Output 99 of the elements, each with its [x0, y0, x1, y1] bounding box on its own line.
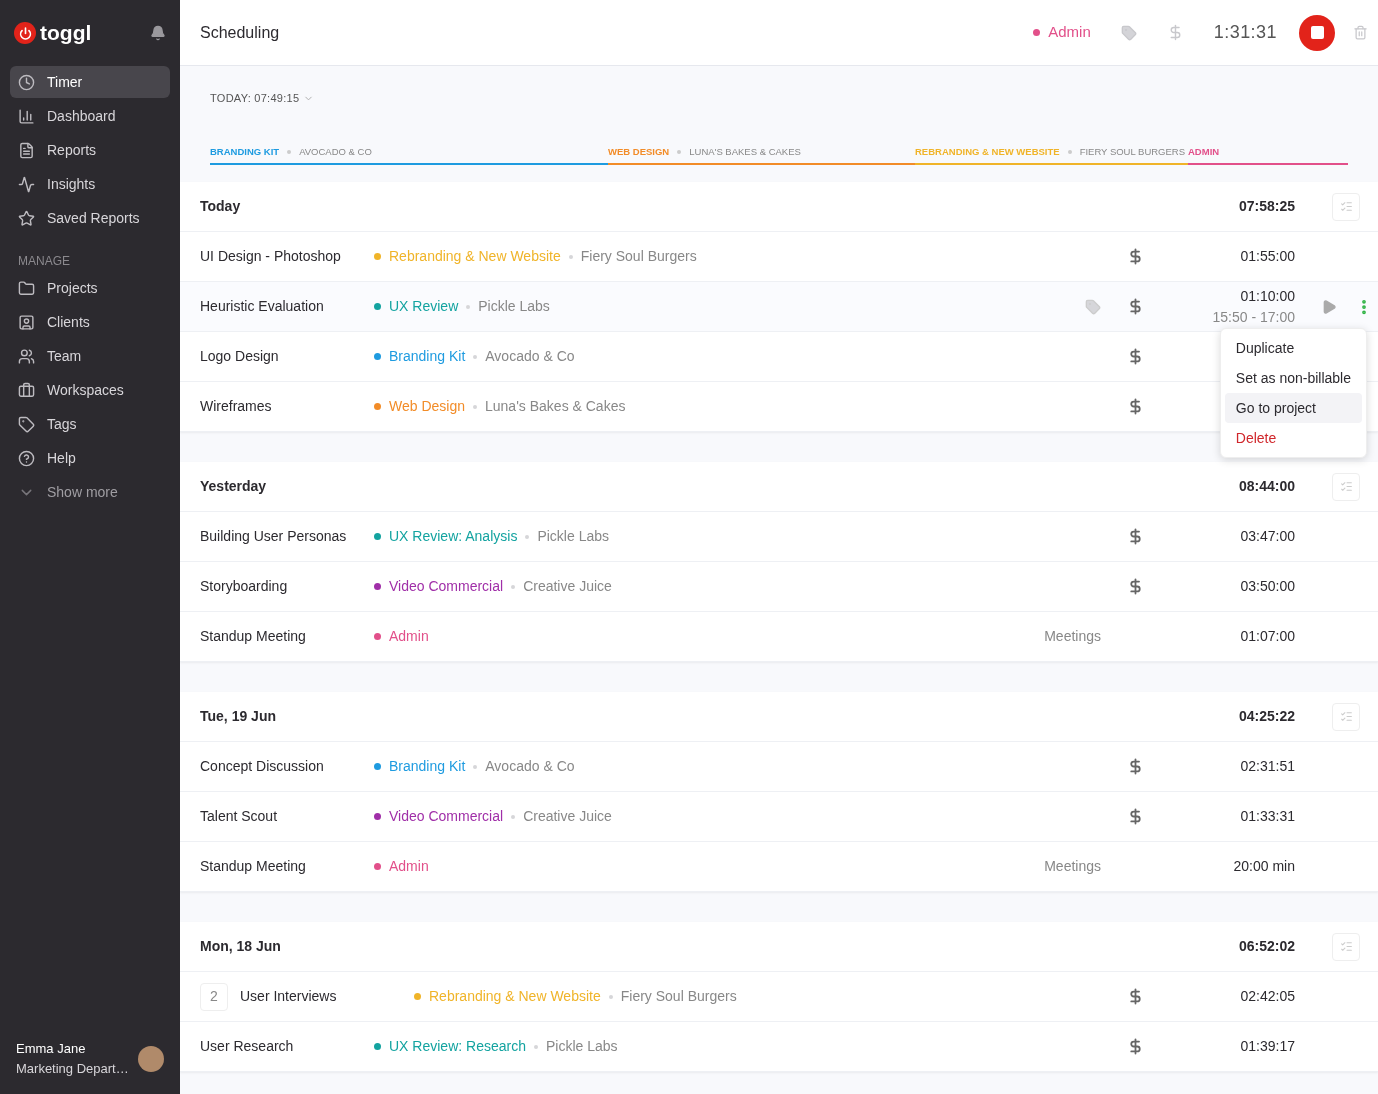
sidebar-item[interactable]: Insights	[10, 168, 170, 200]
list-icon	[1339, 710, 1353, 723]
timeline-segment[interactable]: BRANDING KIT AVOCADO & CO	[210, 144, 608, 165]
entry-duration[interactable]: 01:33:31	[1240, 806, 1295, 827]
section-label: MANAGE	[17, 253, 71, 270]
list-icon	[1339, 480, 1353, 493]
stop-button[interactable]	[1299, 14, 1335, 51]
entry-duration[interactable]: 01:39:17	[1240, 1036, 1295, 1057]
entry-description[interactable]: User Interviews	[240, 986, 414, 1007]
list-toggle-button[interactable]	[1332, 472, 1360, 501]
list-icon	[1339, 940, 1353, 953]
today-total[interactable]: TODAY: 07:49:15	[210, 90, 300, 107]
project-name[interactable]: Video Commercial	[389, 576, 504, 597]
menu-item[interactable]: Duplicate	[1224, 333, 1362, 363]
entry-duration[interactable]: 01:55:00	[1240, 246, 1295, 267]
entry-description[interactable]: Standup Meeting	[200, 626, 374, 647]
entry-description[interactable]: Talent Scout	[200, 806, 374, 827]
project-name[interactable]: Admin	[389, 856, 429, 877]
sidebar-item[interactable]: Projects	[10, 272, 170, 304]
client-name: Luna's Bakes & Cakes	[485, 397, 626, 416]
help-icon	[18, 449, 35, 467]
client-name: Fiery Soul Burgers	[580, 247, 697, 266]
client-name: Creative Juice	[523, 807, 612, 826]
group-total: 08:44:00	[1237, 477, 1295, 496]
menu-item[interactable]: Go to project	[1224, 393, 1362, 423]
entry-duration[interactable]: 03:50:00	[1240, 576, 1295, 597]
menu-item[interactable]: Set as non-billable	[1224, 363, 1362, 393]
sidebar-item[interactable]: Help	[10, 442, 170, 474]
entry-description[interactable]: Wireframes	[200, 396, 374, 417]
entry-duration[interactable]: 03:47:00	[1240, 526, 1295, 547]
timer-display: 1:31:31	[1213, 21, 1277, 44]
entry-description[interactable]: Logo Design	[200, 346, 374, 367]
group-date: Yesterday	[200, 477, 268, 496]
person-card-icon	[18, 313, 35, 331]
user-name: Emma Jane	[16, 1040, 87, 1058]
client-name: Fiery Soul Burgers	[620, 987, 737, 1006]
sidebar-item[interactable]: Tags	[10, 408, 170, 440]
group-date: Tue, 19 Jun	[200, 707, 277, 726]
timeline-segment[interactable]: WEB DESIGN LUNA'S BAKES & CAKES	[608, 144, 915, 165]
client-name: Avocado & Co	[485, 347, 575, 366]
entry-description[interactable]: UI Design - Photoshop	[200, 246, 374, 267]
folder-icon	[18, 279, 35, 297]
bar-chart-icon	[18, 107, 35, 125]
tag-label[interactable]: Meetings	[1044, 626, 1101, 647]
client-name: Avocado & Co	[485, 757, 575, 776]
project-name[interactable]: Admin	[1048, 21, 1091, 44]
list-icon	[1339, 200, 1353, 213]
list-toggle-button[interactable]	[1332, 702, 1360, 731]
project-name[interactable]: Video Commercial	[389, 806, 504, 827]
tag-label[interactable]: Meetings	[1044, 856, 1101, 877]
clock-icon	[18, 73, 35, 91]
entry-count[interactable]: 2	[200, 982, 228, 1011]
group-date: Mon, 18 Jun	[200, 937, 282, 956]
star-icon	[18, 209, 35, 227]
entry-description[interactable]: Building User Personas	[200, 526, 374, 547]
client-name: Pickle Labs	[478, 297, 550, 316]
sidebar-item[interactable]: Reports	[10, 134, 170, 166]
group-date: Today	[200, 197, 242, 216]
document-icon	[18, 141, 35, 159]
sidebar-item[interactable]: Team	[10, 340, 170, 372]
entry-description[interactable]: Storyboarding	[200, 576, 374, 597]
client-name: Pickle Labs	[537, 527, 609, 546]
people-icon	[18, 347, 35, 365]
list-toggle-button[interactable]	[1332, 932, 1360, 961]
time-range[interactable]: 15:50 - 17:00	[1212, 306, 1295, 328]
entry-duration[interactable]: 02:42:05	[1240, 986, 1295, 1007]
entry-duration[interactable]: 20:00 min	[1233, 856, 1295, 877]
tag-icon	[18, 415, 35, 433]
entry-description[interactable]: Concept Discussion	[200, 756, 374, 777]
sidebar-item[interactable]: Timer	[10, 66, 170, 98]
stop-icon	[1310, 26, 1324, 39]
entry-description[interactable]: Scheduling	[200, 20, 280, 45]
sidebar-item[interactable]: Workspaces	[10, 374, 170, 406]
menu-item[interactable]: Delete	[1224, 423, 1362, 453]
logo-icon	[14, 22, 36, 44]
notification-bell-icon[interactable]	[150, 25, 166, 41]
logo-text: toggl	[40, 20, 92, 47]
avatar[interactable]	[138, 1045, 164, 1072]
briefcase-icon	[18, 381, 35, 399]
user-department: Marketing Depart…	[16, 1059, 129, 1078]
entry-duration[interactable]: 01:07:00	[1240, 626, 1295, 647]
client-name: Creative Juice	[523, 577, 612, 596]
sidebar-item[interactable]: Dashboard	[10, 100, 170, 132]
entry-duration[interactable]: 01:10:00	[1240, 285, 1295, 307]
entry-description[interactable]: Heuristic Evaluation	[200, 296, 374, 317]
chart-icon	[18, 175, 35, 193]
group-total: 07:58:25	[1237, 197, 1295, 216]
entry-duration[interactable]: 02:31:51	[1240, 756, 1295, 777]
group-total: 04:25:22	[1237, 707, 1295, 726]
timeline-segment[interactable]: REBRANDING & NEW WEBSITE FIERY SOUL BURGERS	[915, 144, 1188, 165]
sidebar-item[interactable]: Saved Reports	[10, 202, 170, 234]
group-total: 06:52:02	[1237, 937, 1295, 956]
list-toggle-button[interactable]	[1332, 192, 1360, 221]
project-name[interactable]: Admin	[389, 626, 429, 647]
entry-description[interactable]: User Research	[200, 1036, 374, 1057]
client-name: Pickle Labs	[545, 1037, 618, 1056]
sidebar-item[interactable]: Show more	[10, 476, 170, 508]
sidebar-item[interactable]: Clients	[10, 306, 170, 338]
entry-description[interactable]: Standup Meeting	[200, 856, 374, 877]
